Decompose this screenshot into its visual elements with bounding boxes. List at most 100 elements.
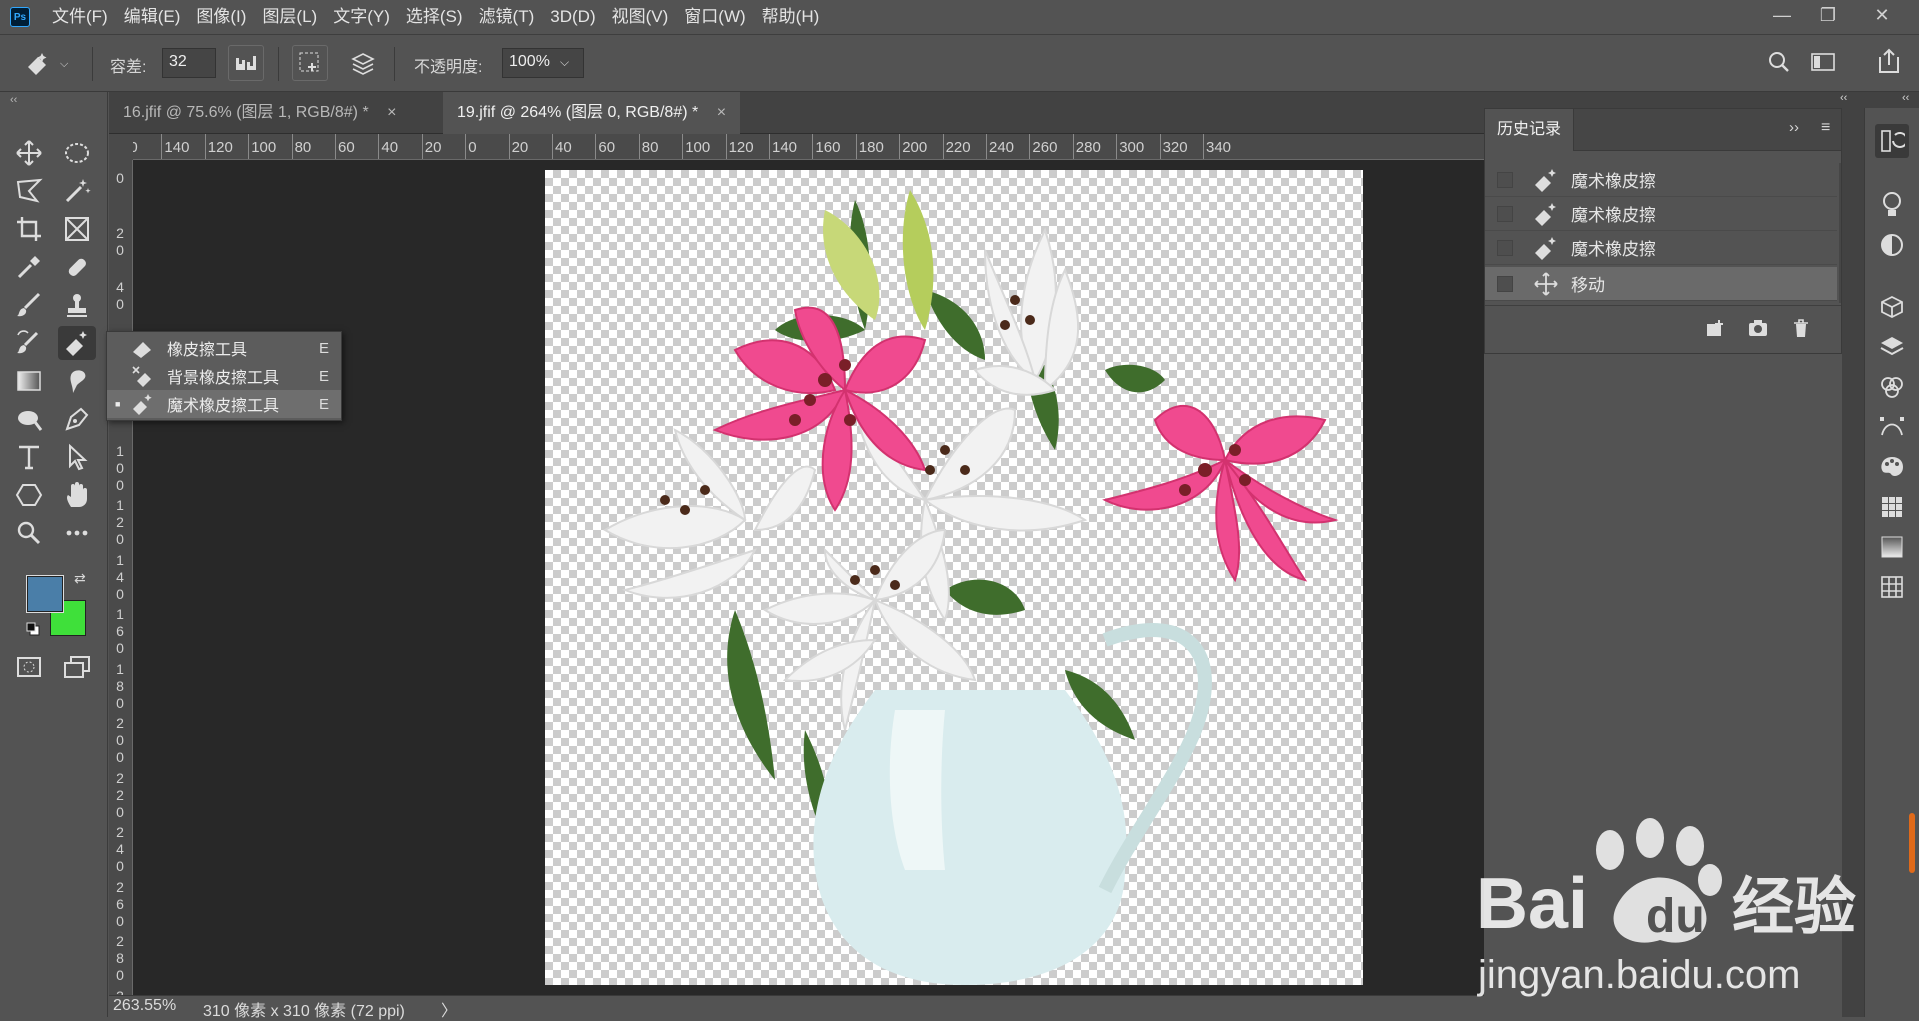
contiguous-button[interactable] [292,45,328,81]
ruler-tick-label: 220 [945,139,971,156]
history-source-checkbox[interactable] [1497,275,1513,292]
shape-tool[interactable] [10,478,48,512]
restore-button[interactable]: ❐ [1800,0,1856,30]
brush-tool[interactable] [10,288,48,322]
menu-layer[interactable]: 图层(L) [254,0,325,34]
more-tools-button[interactable] [58,516,96,550]
document-tabs: 16.jfif @ 75.6% (图层 1, RGB/8#) * × 19.jf… [109,92,1484,134]
opacity-input[interactable]: 100% [502,48,584,78]
history-source-checkbox[interactable] [1497,171,1513,188]
pen-tool[interactable] [58,402,96,436]
ruler-tick-label: 0 [468,139,477,156]
tools-panel: ‹‹ ⇄ [0,92,108,1017]
hand-tool[interactable] [58,478,96,512]
chevron-down-icon[interactable]: ⌵ [560,55,569,70]
image-canvas[interactable] [545,170,1363,985]
eyedropper-tool[interactable] [10,250,48,284]
tool-preset-picker[interactable]: ⌵ [22,49,82,79]
menu-3d[interactable]: 3D(D) [542,0,603,34]
history-scrollbar[interactable] [1839,163,1841,303]
zoom-tool[interactable] [10,516,48,550]
tolerance-input[interactable]: 32 [162,48,216,78]
gradient-tool[interactable] [10,364,48,398]
flyout-item-magic-eraser[interactable]: ■ 魔术橡皮擦工具 E [107,390,341,418]
flyout-item-eraser[interactable]: 橡皮擦工具 E [107,334,341,362]
magic-wand-tool[interactable] [58,174,96,208]
menu-window[interactable]: 窗口(W) [676,0,753,34]
healing-brush-tool[interactable] [58,250,96,284]
patterns-icon[interactable] [1875,570,1909,604]
trash-icon[interactable] [1791,318,1811,343]
frame-tool[interactable] [58,212,96,246]
default-colors-icon[interactable] [26,622,40,636]
search-icon[interactable] [1766,49,1792,80]
collapse-icon[interactable]: ‹‹ [1902,92,1909,104]
path-selection-tool[interactable] [58,440,96,474]
sample-all-layers-button[interactable] [346,47,380,81]
history-source-checkbox[interactable] [1497,239,1513,256]
new-document-from-state-icon[interactable] [1705,318,1727,343]
lightbulb-icon[interactable] [1875,188,1909,222]
menu-file[interactable]: 文件(F) [44,0,116,34]
type-tool[interactable] [10,440,48,474]
menu-edit[interactable]: 编辑(E) [116,0,189,34]
swatches-icon[interactable] [1875,490,1909,524]
zoom-level[interactable]: 263.55% [113,997,176,1015]
lasso-tool[interactable] [10,174,48,208]
expand-panel-icon[interactable]: ›› [1789,119,1799,136]
move-tool[interactable] [10,136,48,170]
panel-menu-icon[interactable]: ≡ [1821,119,1830,137]
swap-colors-icon[interactable]: ⇄ [74,570,86,587]
history-row[interactable]: 魔术橡皮擦 [1485,163,1837,197]
collapse-icon[interactable]: ‹‹ [1840,92,1847,104]
menu-image[interactable]: 图像(I) [188,0,254,34]
history-row[interactable]: 魔术橡皮擦 [1485,197,1837,231]
quick-mask-button[interactable] [10,650,48,684]
vertical-ruler[interactable]: 0204060801001201401601802002202402602803… [109,160,133,995]
share-icon[interactable] [1876,47,1902,80]
close-icon[interactable]: × [717,104,726,121]
history-row[interactable]: 魔术橡皮擦 [1485,231,1837,265]
history-panel: 历史记录 ›› ≡ 魔术橡皮擦 魔术橡皮擦 魔术橡皮擦 移动 [1484,108,1842,354]
menu-select[interactable]: 选择(S) [398,0,471,34]
history-row-current[interactable]: 移动 [1485,267,1837,301]
status-menu-arrow-icon[interactable]: 〉 [441,997,457,1021]
menu-filter[interactable]: 滤镜(T) [471,0,543,34]
ruler-origin[interactable] [109,134,133,160]
clone-stamp-tool[interactable] [58,288,96,322]
paths-icon[interactable] [1875,410,1909,444]
history-brush-tool[interactable] [10,326,48,360]
channels-icon[interactable] [1875,370,1909,404]
history-source-checkbox[interactable] [1497,205,1513,222]
anti-alias-button[interactable] [228,45,264,81]
history-tab[interactable]: 历史记录 [1485,109,1575,151]
screen-mode-button[interactable] [58,650,96,684]
type-icon [19,445,39,470]
tab-16-jfif[interactable]: 16.jfif @ 75.6% (图层 1, RGB/8#) * × [109,92,410,134]
layers-icon[interactable] [1875,330,1909,364]
menu-type[interactable]: 文字(Y) [325,0,398,34]
horizontal-ruler[interactable]: 6014012010080604020020406080100120140160… [133,134,1484,160]
close-window-button[interactable]: ✕ [1854,0,1910,30]
dodge-tool[interactable] [10,402,48,436]
adjustments-icon[interactable] [1875,228,1909,262]
close-icon[interactable]: × [387,104,396,121]
smudge-tool[interactable] [58,364,96,398]
ruler-tick-label: 120 [728,139,754,156]
crop-tool[interactable] [10,212,48,246]
foreground-color-swatch[interactable] [26,575,64,613]
palette-icon[interactable] [1875,450,1909,484]
marquee-tool[interactable] [58,136,96,170]
flyout-item-background-eraser[interactable]: 背景橡皮擦工具 E [107,362,341,390]
menu-view[interactable]: 视图(V) [604,0,677,34]
3d-icon[interactable] [1875,290,1909,324]
tab-19-jfif[interactable]: 19.jfif @ 264% (图层 0, RGB/8#) * × [443,92,741,134]
collapse-icon[interactable]: ‹‹ [10,94,17,106]
menu-help[interactable]: 帮助(H) [754,0,828,34]
gradients-icon[interactable] [1875,530,1909,564]
workspace-icon[interactable] [1810,51,1840,78]
camera-icon[interactable] [1747,318,1769,343]
eraser-tool-group[interactable] [58,326,96,360]
scroll-indicator[interactable] [1909,813,1915,873]
history-panel-icon[interactable] [1875,124,1909,158]
